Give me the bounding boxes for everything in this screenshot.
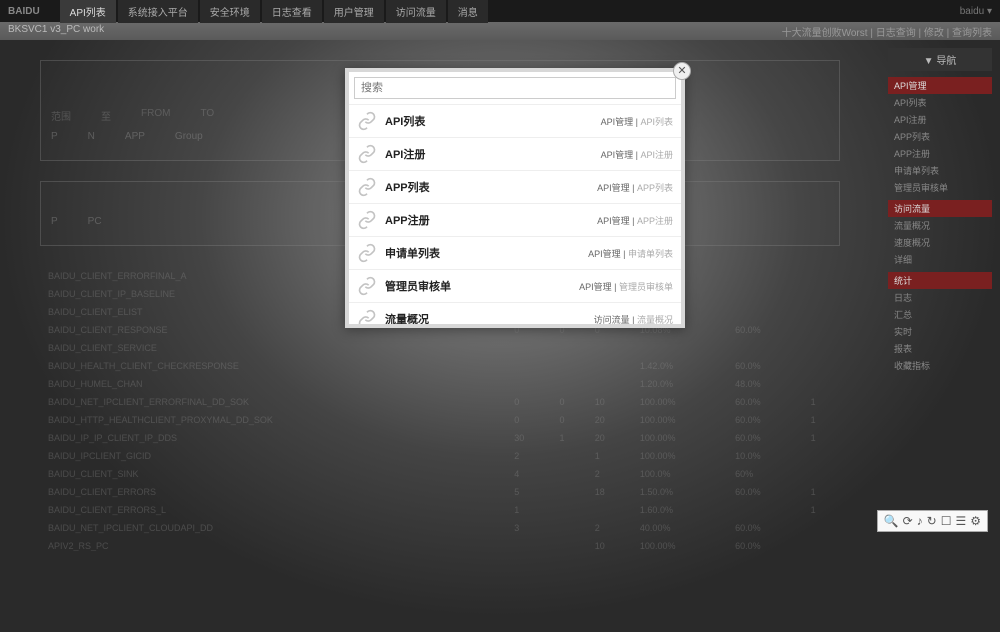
table-row: BAIDU_CLIENT_SERVICE bbox=[42, 340, 838, 356]
sidepanel-link[interactable]: 日志 bbox=[888, 289, 992, 306]
sidepanel-link[interactable]: 申请单列表 bbox=[888, 162, 992, 179]
sidepanel-link[interactable]: 报表 bbox=[888, 340, 992, 357]
table-row: BAIDU_CLIENT_ERRORS_L11.60.0%1 bbox=[42, 502, 838, 518]
tab-4[interactable]: 用户管理 bbox=[324, 0, 384, 23]
search-result-item[interactable]: 申请单列表API管理 | 申请单列表 bbox=[349, 237, 681, 270]
close-icon[interactable]: ✕ bbox=[673, 62, 691, 80]
tab-6[interactable]: 消息 bbox=[448, 0, 488, 23]
breadcrumb-path: BKSVC1 v3_PC work bbox=[8, 24, 104, 38]
table-row: APIV2_RS_PC10100.00%60.0% bbox=[42, 538, 838, 554]
result-breadcrumb: API管理 | API注册 bbox=[601, 148, 673, 161]
float-tool-2[interactable]: ♪ bbox=[917, 514, 923, 528]
search-result-item[interactable]: APP注册API管理 | APP注册 bbox=[349, 204, 681, 237]
result-breadcrumb: API管理 | 申请单列表 bbox=[588, 247, 673, 260]
sidepanel-link[interactable]: API列表 bbox=[888, 94, 992, 111]
search-result-item[interactable]: APP列表API管理 | APP列表 bbox=[349, 171, 681, 204]
search-input[interactable] bbox=[354, 77, 676, 99]
topbar: BAIDU API列表系统接入平台安全环境日志查看用户管理访问流量消息 baid… bbox=[0, 0, 1000, 22]
float-tool-5[interactable]: ☰ bbox=[955, 514, 966, 528]
tab-1[interactable]: 系统接入平台 bbox=[118, 0, 198, 23]
float-tool-6[interactable]: ⚙ bbox=[970, 514, 981, 528]
sidepanel-link[interactable]: APP注册 bbox=[888, 145, 992, 162]
sidepanel-title: ▼ 导航 bbox=[888, 48, 992, 71]
result-name: 申请单列表 bbox=[385, 245, 588, 261]
link-icon bbox=[357, 144, 377, 164]
search-modal: ✕ API列表API管理 | API列表API注册API管理 | API注册AP… bbox=[345, 68, 685, 328]
sidepanel-link[interactable]: 流量概况 bbox=[888, 217, 992, 234]
result-name: API列表 bbox=[385, 113, 601, 129]
link-icon bbox=[357, 210, 377, 230]
result-name: 流量概况 bbox=[385, 311, 594, 324]
sidepanel-link[interactable]: APP列表 bbox=[888, 128, 992, 145]
search-result-item[interactable]: API列表API管理 | API列表 bbox=[349, 105, 681, 138]
sidepanel-link[interactable]: 汇总 bbox=[888, 306, 992, 323]
table-row: BAIDU_CLIENT_ERRORS5181.50.0%60.0%1 bbox=[42, 484, 838, 500]
sidepanel-link[interactable]: 管理员审核单 bbox=[888, 179, 992, 196]
float-tool-1[interactable]: ⟳ bbox=[903, 514, 913, 528]
link-icon bbox=[357, 243, 377, 263]
sidepanel-section-header: API管理 bbox=[888, 77, 992, 94]
link-icon bbox=[357, 177, 377, 197]
link-icon bbox=[357, 111, 377, 131]
search-result-item[interactable]: 流量概况访问流量 | 流量概况 bbox=[349, 303, 681, 324]
float-tool-0[interactable]: 🔍 bbox=[884, 514, 899, 528]
result-name: 管理员审核单 bbox=[385, 278, 579, 294]
search-result-item[interactable]: API注册API管理 | API注册 bbox=[349, 138, 681, 171]
table-row: BAIDU_NET_IPCLIENT_ERRORFINAL_DD_SOK0010… bbox=[42, 394, 838, 410]
sidepanel-sections: API管理API列表API注册APP列表APP注册申请单列表管理员审核单访问流量… bbox=[888, 77, 992, 374]
tab-5[interactable]: 访问流量 bbox=[386, 0, 446, 23]
float-tool-3[interactable]: ↻ bbox=[927, 514, 937, 528]
side-panel: ▼ 导航 API管理API列表API注册APP列表APP注册申请单列表管理员审核… bbox=[880, 40, 1000, 632]
breadcrumb: BKSVC1 v3_PC work 十大流量创败Worst | 日志查询 | 修… bbox=[0, 22, 1000, 40]
table-row: BAIDU_IP_IP_CLIENT_IP_DDS30120100.00%60.… bbox=[42, 430, 838, 446]
result-name: APP注册 bbox=[385, 212, 597, 228]
result-breadcrumb: API管理 | APP注册 bbox=[597, 214, 673, 227]
result-name: APP列表 bbox=[385, 179, 597, 195]
tab-0[interactable]: API列表 bbox=[60, 0, 116, 23]
logo: BAIDU bbox=[8, 6, 40, 17]
result-breadcrumb: API管理 | 管理员审核单 bbox=[579, 280, 673, 293]
sidepanel-section-header: 访问流量 bbox=[888, 200, 992, 217]
sidepanel-section-header: 统计 bbox=[888, 272, 992, 289]
link-icon bbox=[357, 309, 377, 324]
result-breadcrumb: 访问流量 | 流量概况 bbox=[594, 313, 673, 325]
table-row: BAIDU_CLIENT_SINK42100.0%60% bbox=[42, 466, 838, 482]
search-results[interactable]: API列表API管理 | API列表API注册API管理 | API注册APP列… bbox=[349, 104, 681, 324]
table-row: BAIDU_HTTP_HEALTHCLIENT_PROXYMAL_DD_SOK0… bbox=[42, 412, 838, 428]
sidepanel-link[interactable]: 速度概况 bbox=[888, 234, 992, 251]
floating-toolbar: 🔍 ⟳ ♪ ↻ ☐☰ ⚙ bbox=[877, 510, 988, 532]
result-breadcrumb: API管理 | API列表 bbox=[601, 115, 673, 128]
sidepanel-link[interactable]: API注册 bbox=[888, 111, 992, 128]
float-tool-4[interactable]: ☐ bbox=[941, 514, 952, 528]
table-row: BAIDU_IPCLIENT_GICID21100.00%10.0% bbox=[42, 448, 838, 464]
sidepanel-link[interactable]: 详细 bbox=[888, 251, 992, 268]
table-row: BAIDU_HUMEL_CHAN1.20.0%48.0% bbox=[42, 376, 838, 392]
topbar-user[interactable]: baidu ▾ bbox=[960, 6, 992, 17]
sidepanel-link[interactable]: 收藏指标 bbox=[888, 357, 992, 374]
table-row: BAIDU_NET_IPCLIENT_CLOUDAPI_DD3240.00%60… bbox=[42, 520, 838, 536]
search-result-item[interactable]: 管理员审核单API管理 | 管理员审核单 bbox=[349, 270, 681, 303]
table-row: BAIDU_HEALTH_CLIENT_CHECKRESPONSE1.42.0%… bbox=[42, 358, 838, 374]
breadcrumb-links[interactable]: 十大流量创败Worst | 日志查询 | 修改 | 查询列表 bbox=[782, 24, 992, 38]
tab-3[interactable]: 日志查看 bbox=[262, 0, 322, 23]
result-name: API注册 bbox=[385, 146, 601, 162]
tab-2[interactable]: 安全环境 bbox=[200, 0, 260, 23]
sidepanel-link[interactable]: 实时 bbox=[888, 323, 992, 340]
result-breadcrumb: API管理 | APP列表 bbox=[597, 181, 673, 194]
link-icon bbox=[357, 276, 377, 296]
topbar-tabs: API列表系统接入平台安全环境日志查看用户管理访问流量消息 bbox=[60, 0, 488, 23]
